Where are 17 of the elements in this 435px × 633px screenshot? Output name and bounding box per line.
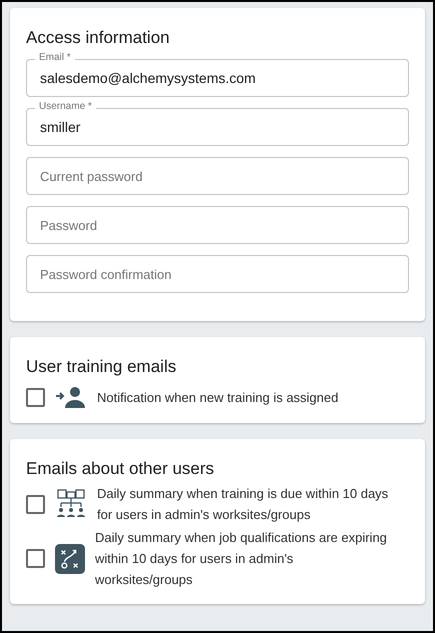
section-title: Emails about other users: [26, 459, 216, 479]
checkbox[interactable]: [26, 388, 45, 406]
input-field[interactable]: Password confirmation: [26, 255, 409, 293]
section-title: Access information: [26, 28, 171, 48]
input-field[interactable]: salesdemo@alchemysystems.com: [26, 59, 409, 97]
option-label: Notification when new training is assigned: [97, 388, 338, 407]
input-field[interactable]: Password: [26, 206, 409, 244]
option-label: Daily summary when job qualifications are expiring within 10 days for users in admin's worksites/groups: [95, 529, 387, 589]
strategy-icon: [55, 544, 85, 574]
checkbox[interactable]: [26, 549, 45, 568]
input-field[interactable]: Current password: [26, 157, 409, 195]
org-chart-icon: [55, 488, 87, 520]
add-person-icon: [55, 385, 87, 409]
option-label: Daily summary when training is due within 10 days for users in admin's worksites/groups: [97, 485, 389, 524]
section-title: User training emails: [26, 357, 178, 377]
input-field[interactable]: smiller: [26, 108, 409, 146]
checkbox[interactable]: [26, 494, 45, 514]
